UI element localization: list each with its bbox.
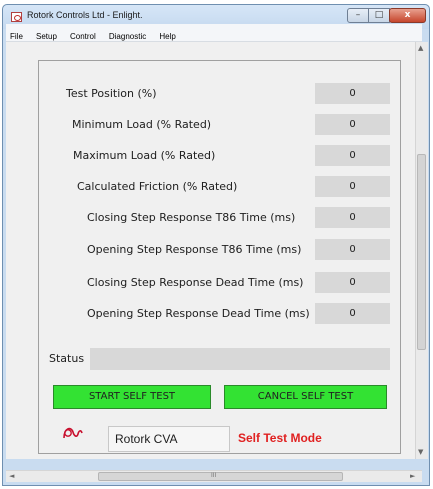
rotork-logo-icon	[63, 427, 83, 439]
scroll-right-icon[interactable]: ►	[410, 472, 415, 480]
menu-setup[interactable]: Setup	[32, 29, 61, 41]
scroll-grip-icon: III	[211, 472, 217, 479]
cancel-self-test-button[interactable]: CANCEL SELF TEST	[224, 385, 387, 409]
horizontal-scrollbar[interactable]: ◄ III ►	[6, 470, 422, 482]
param-value-closing-dead-time: 0	[315, 272, 390, 293]
device-name-field: Rotork CVA	[108, 426, 230, 452]
minimize-button[interactable]: –	[347, 8, 369, 23]
app-icon	[11, 12, 22, 22]
param-label-minimum-load: Minimum Load (% Rated)	[72, 118, 212, 131]
scroll-down-icon[interactable]: ▼	[418, 448, 423, 456]
menu-help[interactable]: Help	[155, 29, 179, 41]
param-value-opening-dead-time: 0	[315, 303, 390, 324]
menu-diagnostic[interactable]: Diagnostic	[105, 29, 150, 41]
vertical-scroll-thumb[interactable]	[417, 154, 426, 350]
param-label-closing-t86: Closing Step Response T86 Time (ms)	[87, 211, 296, 224]
param-value-calculated-friction: 0	[315, 176, 390, 197]
status-field	[90, 348, 390, 370]
param-value-opening-t86: 0	[315, 239, 390, 260]
param-label-test-position: Test Position (%)	[66, 87, 157, 100]
param-label-calculated-friction: Calculated Friction (% Rated)	[77, 180, 238, 193]
param-label-opening-t86: Opening Step Response T86 Time (ms)	[87, 243, 302, 256]
close-button[interactable]: x	[389, 8, 426, 23]
horizontal-scroll-thumb[interactable]: III	[98, 472, 343, 481]
menu-control[interactable]: Control	[66, 29, 100, 41]
param-value-test-position: 0	[315, 83, 390, 104]
param-label-closing-dead-time: Closing Step Response Dead Time (ms)	[87, 276, 304, 289]
param-label-opening-dead-time: Opening Step Response Dead Time (ms)	[87, 307, 310, 320]
param-label-maximum-load: Maximum Load (% Rated)	[73, 149, 216, 162]
menu-bar: File Setup Control Diagnostic Help	[6, 24, 422, 42]
menu-file[interactable]: File	[6, 29, 27, 41]
param-value-closing-t86: 0	[315, 207, 390, 228]
param-value-minimum-load: 0	[315, 114, 390, 135]
window-title: Rotork Controls Ltd - Enlight.	[27, 10, 143, 20]
self-test-mode-label: Self Test Mode	[238, 431, 322, 445]
param-value-maximum-load: 0	[315, 145, 390, 166]
status-label: Status	[49, 352, 85, 365]
vertical-scrollbar[interactable]: ▲ ▼	[415, 42, 428, 459]
start-self-test-button[interactable]: START SELF TEST	[53, 385, 211, 409]
scroll-left-icon[interactable]: ◄	[9, 472, 14, 480]
scroll-up-icon[interactable]: ▲	[418, 44, 423, 52]
maximize-button[interactable]: □	[368, 8, 390, 23]
